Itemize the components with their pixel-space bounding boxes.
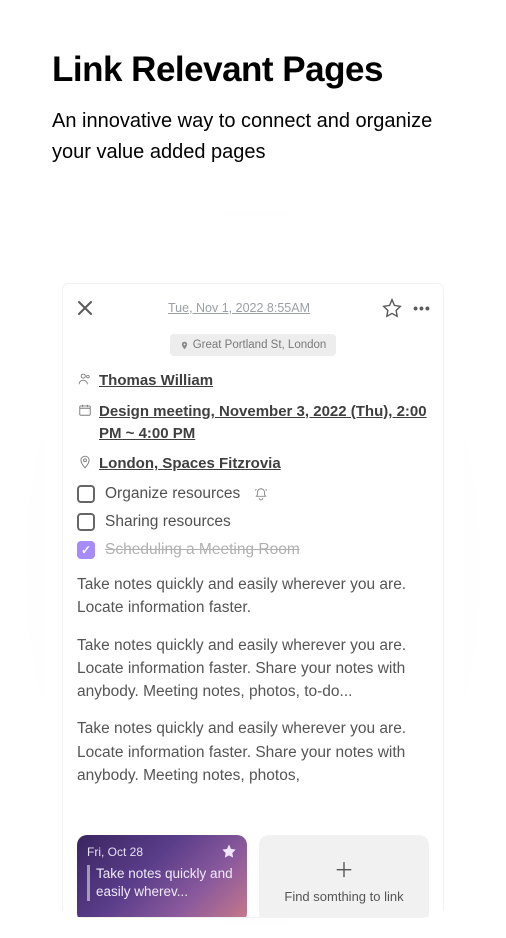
note-timestamp[interactable]: Tue, Nov 1, 2022 8:55AM bbox=[97, 301, 381, 315]
person-icon bbox=[77, 372, 93, 386]
person-row[interactable]: Thomas William bbox=[77, 370, 429, 392]
find-link-card[interactable]: ＋ Find somthing to link bbox=[259, 835, 429, 918]
pin-icon bbox=[180, 340, 189, 351]
task-label: Scheduling a Meeting Room bbox=[105, 541, 300, 559]
checkbox[interactable] bbox=[77, 485, 95, 503]
location-tag-text: Great Portland St, London bbox=[193, 339, 327, 351]
task-label: Organize resources bbox=[105, 485, 240, 503]
linked-card-date: Fri, Oct 28 bbox=[87, 845, 237, 859]
place-row[interactable]: London, Spaces Fitzrovia bbox=[77, 453, 429, 475]
linked-page-card[interactable]: Fri, Oct 28 Take notes quickly and easil… bbox=[77, 835, 247, 918]
paragraph: Take notes quickly and easily wherever y… bbox=[77, 573, 429, 620]
location-tag[interactable]: Great Portland St, London bbox=[170, 334, 337, 356]
event-row[interactable]: Design meeting, November 3, 2022 (Thu), … bbox=[77, 401, 429, 445]
task-row-1[interactable]: Sharing resources bbox=[77, 513, 429, 531]
bell-icon bbox=[254, 487, 268, 501]
checkbox[interactable] bbox=[77, 513, 95, 531]
paragraph: Take notes quickly and easily wherever y… bbox=[77, 634, 429, 704]
find-link-text: Find somthing to link bbox=[284, 889, 403, 904]
more-icon[interactable]: ••• bbox=[411, 297, 433, 319]
task-row-0[interactable]: Organize resources bbox=[77, 485, 429, 503]
calendar-icon bbox=[77, 403, 93, 417]
place-text: London, Spaces Fitzrovia bbox=[99, 453, 281, 475]
person-name: Thomas William bbox=[99, 370, 213, 392]
task-row-2[interactable]: Scheduling a Meeting Room bbox=[77, 541, 429, 559]
event-text: Design meeting, November 3, 2022 (Thu), … bbox=[99, 401, 429, 445]
paragraph: Take notes quickly and easily wherever y… bbox=[77, 717, 429, 787]
checkbox-checked[interactable] bbox=[77, 541, 95, 559]
phone-mockup: Tue, Nov 1, 2022 8:55AM ••• Great Portla… bbox=[43, 218, 463, 918]
star-icon[interactable] bbox=[381, 297, 403, 319]
page-title: Link Relevant Pages bbox=[52, 50, 468, 90]
linked-card-text: Take notes quickly and easily wherev... bbox=[87, 865, 237, 901]
place-pin-icon bbox=[77, 455, 93, 469]
plus-icon: ＋ bbox=[334, 854, 354, 883]
task-label: Sharing resources bbox=[105, 513, 231, 531]
page-subtitle: An innovative way to connect and organiz… bbox=[52, 106, 468, 168]
close-icon[interactable] bbox=[73, 296, 97, 320]
star-icon bbox=[221, 843, 237, 859]
note-card: Tue, Nov 1, 2022 8:55AM ••• Great Portla… bbox=[62, 283, 444, 918]
